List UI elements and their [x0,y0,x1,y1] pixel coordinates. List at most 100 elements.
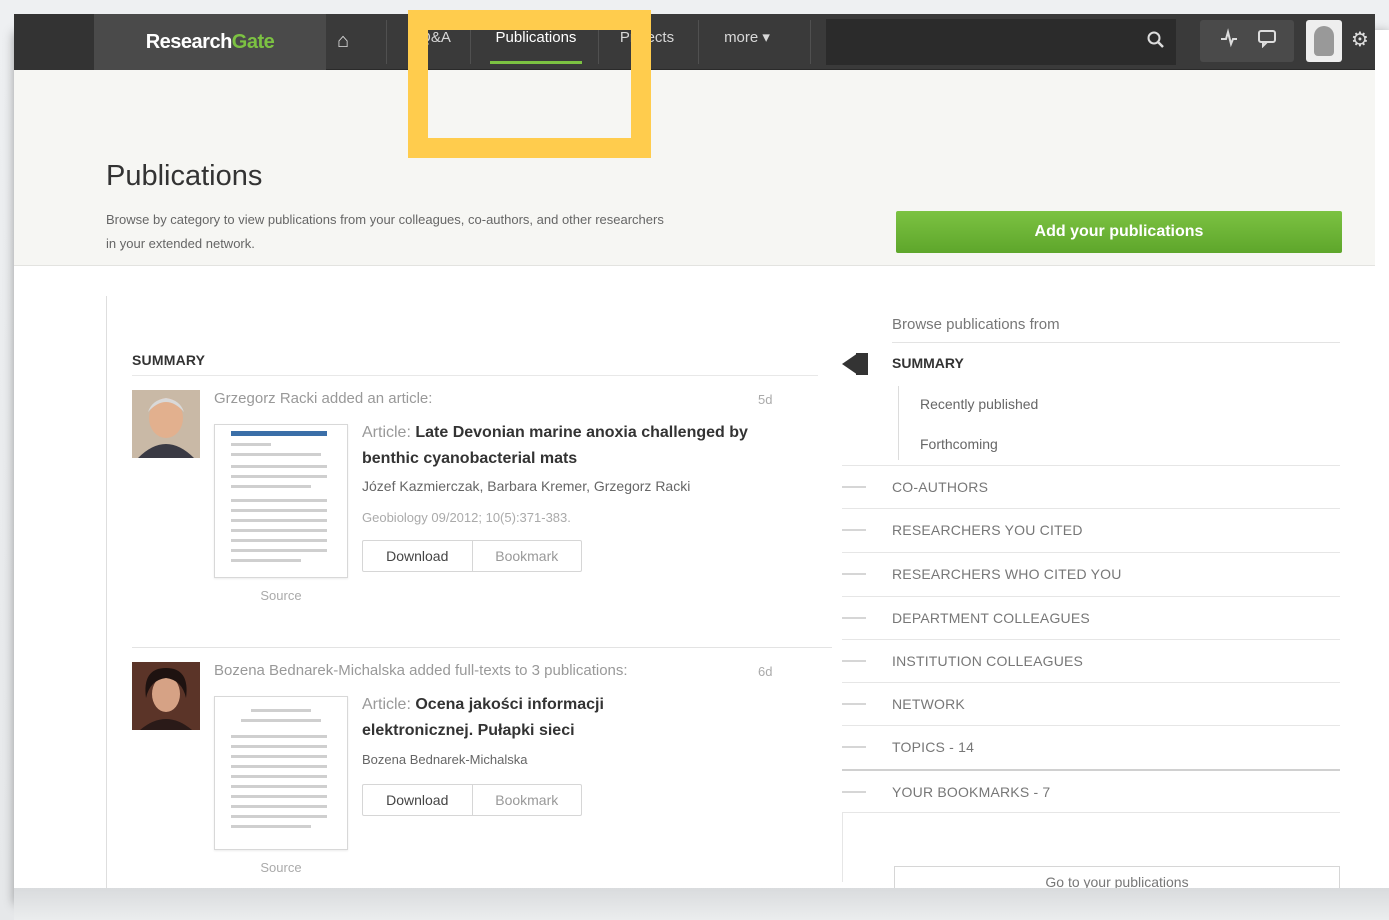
user-avatar[interactable] [1306,20,1342,62]
thumb-line [231,509,327,512]
sidebar-item-institution-colleagues[interactable]: INSTITUTION COLLEAGUES [842,639,1340,682]
sidebar-item-summary[interactable]: SUMMARY [892,355,964,371]
sidebar-item-co-authors[interactable]: CO-AUTHORS [842,465,1340,508]
active-arrow-tail [856,353,868,375]
article-label: Article: [362,696,411,713]
sidebar-item-department-colleagues[interactable]: DEPARTMENT COLLEAGUES [842,596,1340,639]
thumb-line [231,529,327,532]
article-actions: Download Bookmark [362,540,582,572]
article-thumbnail[interactable] [214,696,348,850]
thumb-line [231,485,311,488]
thumb-line [231,559,301,562]
bookmark-button[interactable]: Bookmark [473,785,582,815]
feed-item: Bozena Bednarek-Michalska added full-tex… [132,662,822,888]
bottom-edge [14,888,1389,920]
thumb-line [231,755,327,758]
download-button[interactable]: Download [363,541,473,571]
sidebar-item-label: TOPICS - 14 [892,739,975,755]
nav-separator [698,20,699,64]
sidebar-sub-forthcoming[interactable]: Forthcoming [920,436,998,452]
thumb-line [231,443,271,446]
sidebar-item-network[interactable]: NETWORK [842,682,1340,725]
feed-actor: Bozena Bednarek-Michalska added full-tex… [214,662,628,679]
thumb-line [231,499,327,502]
source-label: Source [260,860,302,875]
sidebar-item-label: RESEARCHERS WHO CITED YOU [892,566,1122,582]
thumb-line [241,719,321,722]
avatar[interactable] [132,390,200,458]
dash-icon [842,703,866,705]
dash-icon [842,746,866,748]
thumb-line [231,453,321,456]
sidebar-top-line [892,342,1340,343]
thumb-line [231,475,327,478]
thumb-line [231,785,327,788]
sidebar-sub-rule [898,386,899,460]
article-actions: Download Bookmark [362,784,582,816]
sidebar-item-label: NETWORK [892,696,965,712]
sidebar-sub-recently-published[interactable]: Recently published [920,396,1038,412]
dash-icon [842,573,866,575]
summary-divider [132,375,818,376]
article-authors[interactable]: Józef Kazmierczak, Barbara Kremer, Grzeg… [362,478,690,494]
content-left-rule [106,296,107,902]
thumb-line [231,795,327,798]
sidebar-item-your-bookmarks[interactable]: YOUR BOOKMARKS - 7 [842,769,1340,812]
thumb-line [231,465,327,468]
dash-icon [842,617,866,619]
sidebar-item-researchers-you-cited[interactable]: RESEARCHERS YOU CITED [842,508,1340,551]
thumb-line [231,815,327,818]
home-icon[interactable]: ⌂ [330,28,356,54]
article-title[interactable]: Article: Ocena jakości informacji elektr… [362,692,692,744]
thumb-line [231,519,327,522]
thumb-line [231,745,327,748]
article-authors[interactable]: Bozena Bednarek-Michalska [362,752,527,767]
nav-item-more[interactable]: more ▾ [710,14,784,70]
feed-time: 6d [758,664,773,679]
search-icon[interactable] [1146,30,1166,50]
add-publications-button[interactable]: Add your publications [896,211,1342,253]
activity-icon[interactable] [1216,28,1242,54]
dash-icon [842,660,866,662]
gear-icon[interactable]: ⚙ [1348,28,1372,52]
sidebar-item-label: YOUR BOOKMARKS - 7 [892,784,1051,800]
logo-research-text: Research [145,30,233,53]
nav-separator [810,20,811,64]
thumb-line [231,539,327,542]
feed-actor: Grzegorz Racki added an article: [214,390,433,407]
avatar-face [1314,26,1334,56]
feed-time: 5d [758,392,773,407]
bookmark-button[interactable]: Bookmark [473,541,582,571]
article-journal: Geobiology 09/2012; 10(5):371-383. [362,510,571,525]
dash-icon [842,529,866,531]
dash-icon [842,791,866,793]
article-thumbnail[interactable] [214,424,348,578]
sidebar-item-label: DEPARTMENT COLLEAGUES [892,610,1090,626]
sidebar-item-topics[interactable]: TOPICS - 14 [842,725,1340,768]
top-navbar: Research Gate ⌂ Q&A Publications Projects… [14,14,1375,70]
search-input[interactable] [826,19,1176,65]
feed-item: Grzegorz Racki added an article: 5d Sour… [132,390,822,630]
thumb-header [231,431,327,436]
thumb-line [251,709,311,712]
navbar-left-pad [14,14,94,70]
article-label: Article: [362,424,411,441]
sidebar-item-researchers-who-cited-you[interactable]: RESEARCHERS WHO CITED YOU [842,552,1340,595]
download-button[interactable]: Download [363,785,473,815]
thumb-line [231,765,327,768]
researchgate-logo[interactable]: Research Gate [94,14,326,70]
page-title: Publications [106,160,263,192]
sidebar-item-label: INSTITUTION COLLEAGUES [892,653,1084,669]
thumb-line [231,825,311,828]
thumb-line [231,735,327,738]
source-label: Source [260,588,302,603]
summary-heading: SUMMARY [132,352,206,368]
logo-gate-text: Gate [231,30,275,53]
article-title[interactable]: Article: Late Devonian marine anoxia cha… [362,420,762,472]
message-icon[interactable] [1254,28,1280,54]
highlight-annotation [408,10,651,158]
avatar[interactable] [132,662,200,730]
nav-separator [386,20,387,64]
sidebar-item-label: RESEARCHERS YOU CITED [892,522,1083,538]
feed-divider [132,647,832,648]
